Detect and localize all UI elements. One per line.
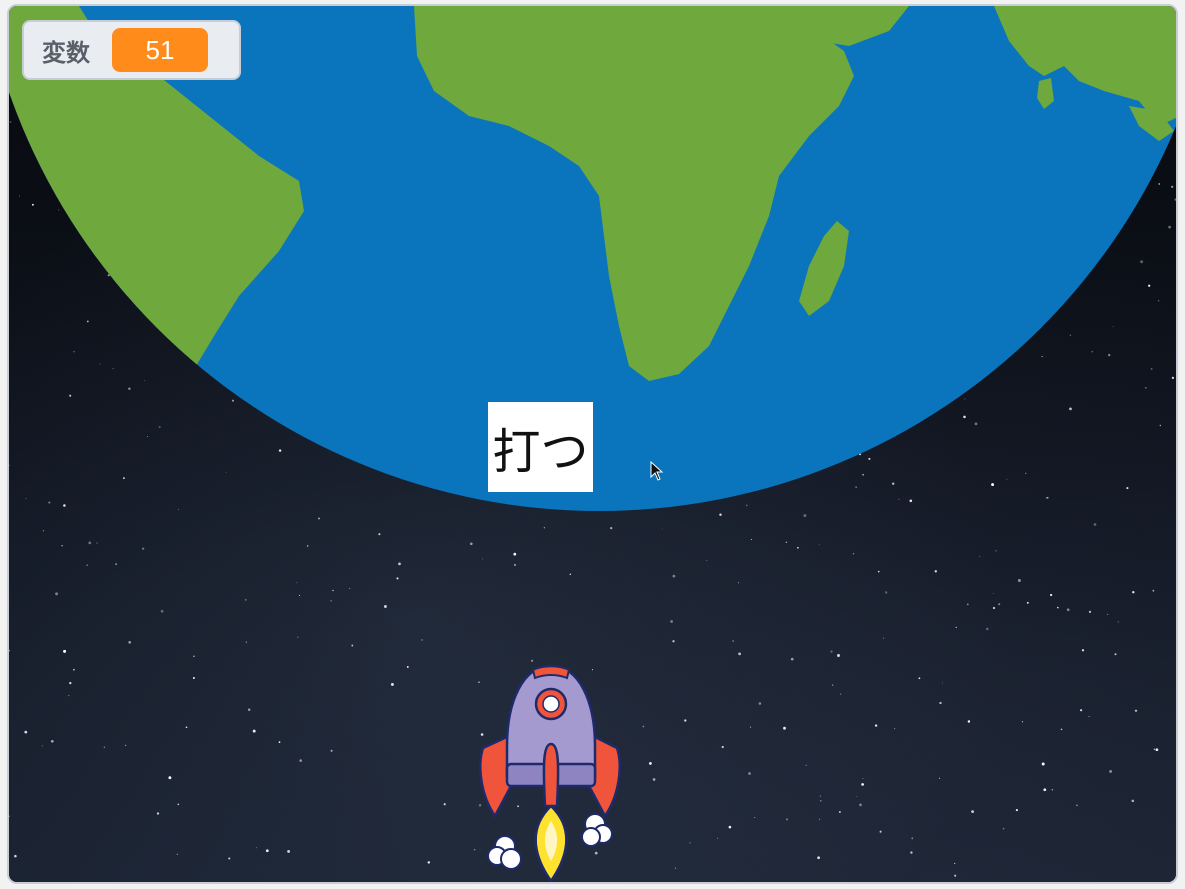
variable-label: 変数 bbox=[42, 38, 90, 67]
variable-monitor: 変数 51 bbox=[22, 20, 241, 80]
game-stage[interactable]: 変数 51 打つ bbox=[7, 4, 1178, 884]
shoot-button[interactable]: 打つ bbox=[488, 402, 593, 492]
rocket-sprite[interactable] bbox=[467, 656, 627, 884]
mouse-pointer-icon bbox=[650, 461, 664, 481]
variable-value: 51 bbox=[112, 28, 208, 72]
